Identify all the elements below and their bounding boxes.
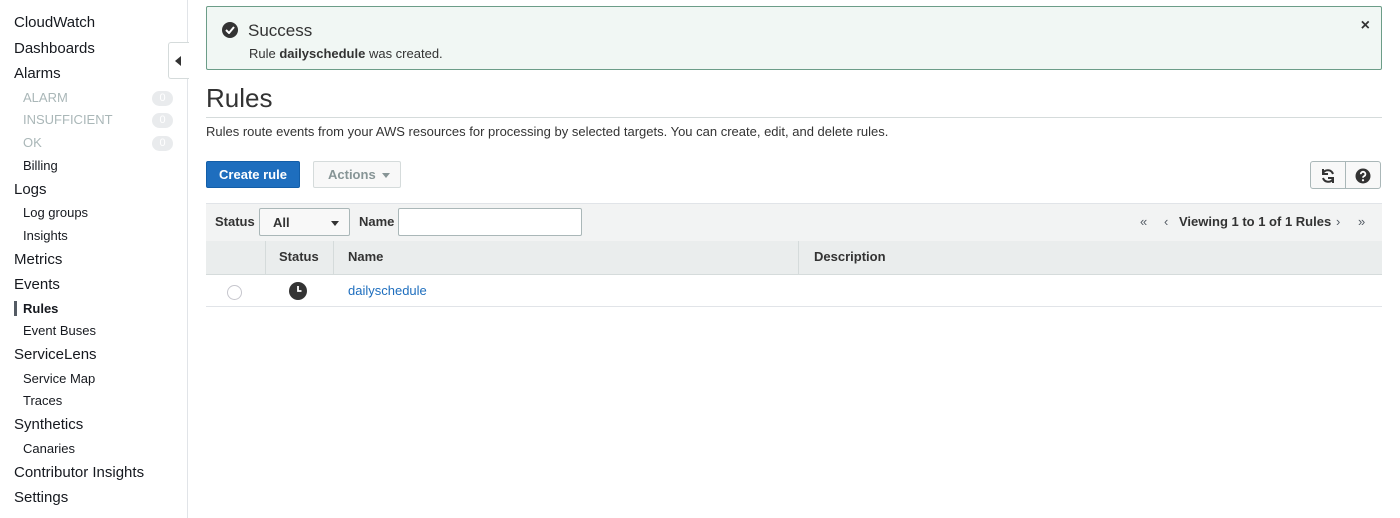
sidebar-item-logs[interactable]: Logs — [14, 181, 47, 198]
sidebar-item-billing[interactable]: Billing — [23, 158, 58, 173]
table-row[interactable]: dailyschedule — [206, 275, 1382, 307]
collapse-sidebar-button[interactable] — [168, 42, 189, 79]
check-circle-icon — [222, 22, 238, 38]
close-icon[interactable]: × — [1361, 18, 1370, 34]
ok-count-badge: 0 — [152, 136, 173, 151]
sidebar-item-servicelens[interactable]: ServiceLens — [14, 346, 97, 363]
sidebar-item-contributor-insights[interactable]: Contributor Insights — [14, 464, 144, 481]
sidebar-item-insufficient[interactable]: INSUFFICIENT — [23, 112, 113, 127]
column-divider — [265, 241, 266, 275]
sidebar-item-service-map[interactable]: Service Map — [23, 371, 95, 386]
row-select-radio[interactable] — [227, 285, 242, 300]
status-filter-label: Status — [215, 214, 255, 229]
sidebar-item-events[interactable]: Events — [14, 276, 60, 293]
clock-icon — [289, 282, 307, 300]
sidebar-item-canaries[interactable]: Canaries — [23, 441, 75, 456]
column-header-status[interactable]: Status — [279, 249, 319, 264]
sidebar-item-alarm-state[interactable]: ALARM — [23, 90, 68, 105]
sidebar-item-metrics[interactable]: Metrics — [14, 251, 62, 268]
next-page-icon[interactable]: › — [1336, 214, 1340, 229]
sidebar-item-insights[interactable]: Insights — [23, 228, 68, 243]
flash-title: Success — [248, 21, 313, 40]
column-header-name[interactable]: Name — [348, 249, 383, 264]
column-divider — [333, 241, 334, 275]
rule-name-link[interactable]: dailyschedule — [348, 283, 427, 298]
alarm-count-badge: 0 — [152, 91, 173, 106]
create-rule-button[interactable]: Create rule — [206, 161, 300, 188]
sidebar-item-dashboards[interactable]: Dashboards — [14, 40, 95, 57]
pagination-text: Viewing 1 to 1 of 1 Rules — [1179, 214, 1332, 229]
title-divider — [206, 117, 1382, 118]
prev-page-icon[interactable]: ‹ — [1164, 214, 1168, 229]
name-filter-label: Name — [359, 214, 395, 229]
flash-message: Rule dailyschedule was created. — [249, 46, 443, 61]
sidebar-item-ok[interactable]: OK — [23, 135, 42, 150]
name-filter-input[interactable] — [398, 208, 582, 236]
caret-down-icon — [331, 221, 339, 226]
sidebar-item-traces[interactable]: Traces — [23, 393, 62, 408]
sidebar-item-log-groups[interactable]: Log groups — [23, 205, 88, 220]
flash-rule-name: dailyschedule — [279, 46, 366, 61]
caret-down-icon — [382, 173, 390, 178]
sidebar-item-settings[interactable]: Settings — [14, 489, 68, 506]
sidebar-item-event-buses[interactable]: Event Buses — [23, 323, 96, 338]
table-header: Status Name Description — [206, 241, 1382, 275]
last-page-icon[interactable]: » — [1358, 214, 1365, 229]
help-button[interactable] — [1345, 161, 1381, 189]
column-divider — [798, 241, 799, 275]
sidebar-item-alarms[interactable]: Alarms — [14, 65, 61, 82]
page-title: Rules — [206, 83, 273, 113]
success-flash: Success Rule dailyschedule was created. … — [206, 6, 1382, 70]
status-filter-select[interactable]: All — [259, 208, 350, 236]
refresh-icon — [1322, 169, 1334, 183]
page-description: Rules route events from your AWS resourc… — [206, 124, 889, 139]
actions-dropdown-button[interactable]: Actions — [313, 161, 401, 188]
caret-left-icon — [175, 56, 181, 66]
sidebar-item-cloudwatch[interactable]: CloudWatch — [14, 14, 95, 31]
first-page-icon[interactable]: « — [1140, 214, 1147, 229]
refresh-button[interactable] — [1310, 161, 1346, 189]
sidebar-item-synthetics[interactable]: Synthetics — [14, 416, 83, 433]
insufficient-count-badge: 0 — [152, 113, 173, 128]
column-header-description[interactable]: Description — [814, 249, 886, 264]
active-indicator — [14, 301, 17, 316]
filter-bar: Status All Name « ‹ Viewing 1 to 1 of 1 … — [206, 203, 1382, 241]
sidebar: CloudWatch Dashboards Alarms ALARM 0 INS… — [0, 0, 188, 518]
help-icon — [1355, 168, 1371, 184]
sidebar-item-rules[interactable]: Rules — [23, 301, 58, 316]
